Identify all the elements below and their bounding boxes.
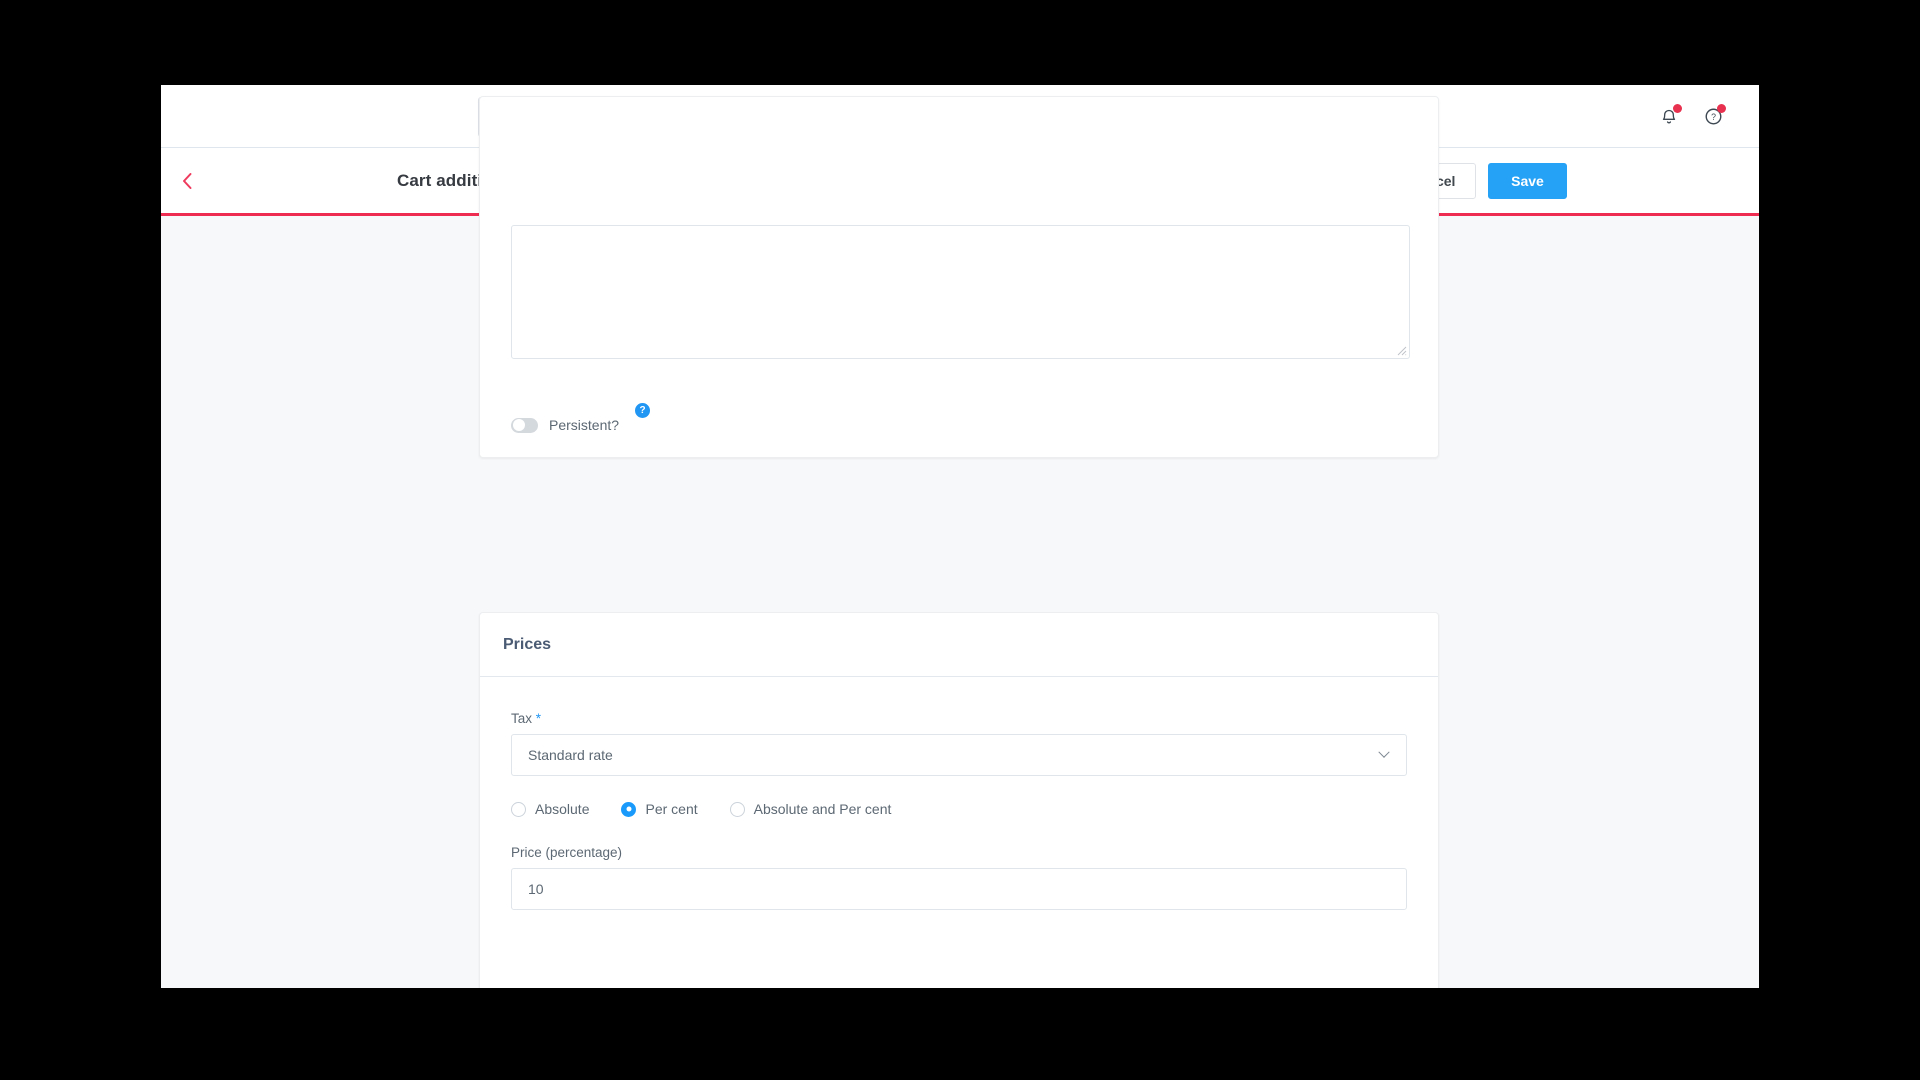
radio-label: Per cent xyxy=(645,801,698,817)
persistent-label: Persistent? xyxy=(549,417,620,433)
radio-label: Absolute xyxy=(535,801,590,817)
persistent-help-icon[interactable]: ? xyxy=(635,403,651,418)
conditions-card: Persistent? ? xyxy=(479,96,1439,458)
price-field-label: Price (percentage) xyxy=(511,845,623,860)
prices-card: Prices Tax * Standard rate Absolute Per … xyxy=(479,612,1439,988)
notification-badge xyxy=(1673,103,1682,113)
chevron-left-icon xyxy=(182,172,191,189)
price-input[interactable] xyxy=(511,868,1407,910)
persistent-toggle[interactable] xyxy=(511,417,538,433)
price-field-group: Price (percentage) xyxy=(511,845,1407,910)
radio-label: Absolute and Per cent xyxy=(753,801,892,817)
tax-select-value: Standard rate xyxy=(528,747,613,763)
help-badge xyxy=(1717,103,1726,113)
tax-label-text: Tax xyxy=(511,711,533,726)
description-textarea[interactable] xyxy=(512,226,1409,358)
radio-indicator xyxy=(621,801,637,817)
persistent-field-row: Persistent? ? xyxy=(511,403,651,433)
resize-grip-icon[interactable] xyxy=(1395,344,1407,356)
radio-option-per-cent[interactable]: Per cent xyxy=(621,801,698,817)
content-scroll-area: Persistent? ? Prices Tax * Standard rate xyxy=(161,96,1759,988)
prices-card-header: Prices xyxy=(480,613,1438,677)
radio-indicator xyxy=(729,801,745,817)
save-button[interactable]: Save xyxy=(1488,162,1567,199)
chevron-down-icon xyxy=(1378,746,1390,758)
browser-viewport: All ? xyxy=(161,85,1759,988)
svg-text:?: ? xyxy=(1711,112,1716,122)
required-marker: * xyxy=(535,711,542,726)
radio-option-absolute-and-per-cent[interactable]: Absolute and Per cent xyxy=(729,801,892,817)
tax-select[interactable]: Standard rate xyxy=(511,734,1407,776)
prices-card-body: Tax * Standard rate Absolute Per cent Ab… xyxy=(480,677,1438,910)
radio-option-absolute[interactable]: Absolute xyxy=(511,801,589,817)
prices-card-title: Prices xyxy=(503,635,552,653)
notifications-button[interactable] xyxy=(1655,103,1683,131)
back-button[interactable] xyxy=(170,164,204,198)
toggle-knob xyxy=(512,419,525,431)
help-button[interactable]: ? xyxy=(1699,103,1727,131)
radio-indicator xyxy=(511,801,526,817)
topbar-icon-group: ? xyxy=(1655,85,1727,148)
description-textarea-wrapper[interactable] xyxy=(511,225,1410,359)
tax-field-label: Tax * xyxy=(511,711,1407,726)
price-type-radio-group: Absolute Per cent Absolute and Per cent xyxy=(511,801,1407,817)
